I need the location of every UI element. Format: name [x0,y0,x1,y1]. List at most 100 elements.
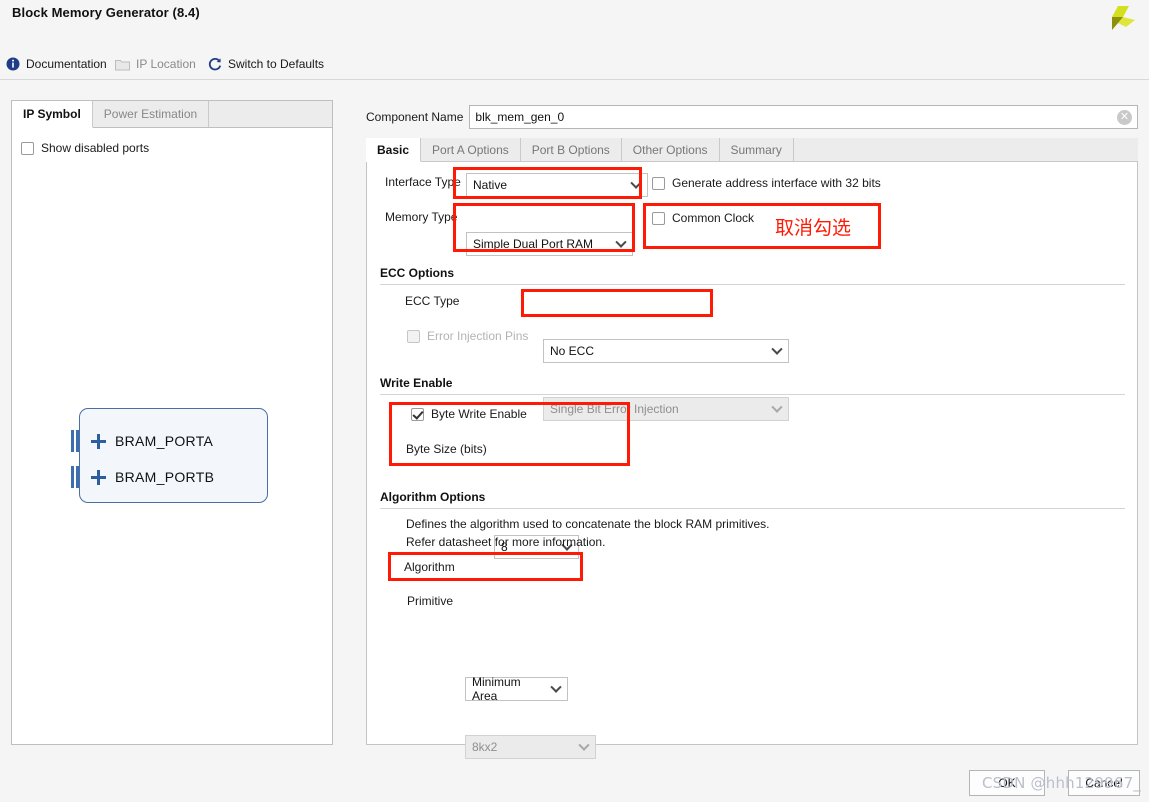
toolbar: Documentation IP Location Switch to Defa… [0,50,1149,80]
ecc-type-label: ECC Type [405,294,460,308]
plus-icon[interactable] [91,433,106,449]
clear-circle-icon[interactable]: ✕ [1117,110,1132,125]
basic-tab-content: Interface Type Native Generate address i… [366,162,1138,759]
tab-ip-symbol[interactable]: IP Symbol [12,101,93,128]
tab-port-a-options[interactable]: Port A Options [421,138,521,161]
symbol-port-a[interactable]: BRAM_PORTA [71,430,213,452]
watermark-text: CSDN @hhh129967_ [982,774,1142,792]
tab-basic[interactable]: Basic [366,138,422,162]
component-name-row: Component Name blk_mem_gen_0 ✕ [366,104,1138,130]
ip-symbol-panel: IP Symbol Power Estimation Show disabled… [11,100,333,745]
primitive-select[interactable]: 8kx2 [465,735,596,759]
common-clock-row[interactable]: Common Clock [652,211,754,225]
ecc-type-value: No ECC [550,344,595,358]
error-injection-pins-label: Error Injection Pins [427,329,529,343]
chevron-down-icon [578,739,590,751]
chevron-down-icon [771,343,783,355]
primitive-value: 8kx2 [472,740,498,754]
symbol-port-b[interactable]: BRAM_PORTB [71,466,214,488]
error-injection-pins-row[interactable]: Error Injection Pins [407,329,528,343]
algorithm-select[interactable]: Minimum Area [465,675,568,703]
common-clock-label: Common Clock [672,211,755,225]
memory-type-select[interactable]: Simple Dual Port RAM [466,232,633,256]
switch-to-defaults-button[interactable]: Switch to Defaults [208,50,324,78]
plus-icon[interactable] [91,469,106,485]
primitive-row: Primitive [407,594,453,608]
ecc-type-select[interactable]: No ECC [543,339,789,363]
bus-bars-icon [71,430,82,452]
ip-symbol-block [79,408,268,503]
config-tab-bar: Basic Port A Options Port B Options Othe… [366,138,1138,162]
xilinx-logo-icon [1099,3,1137,37]
documentation-button[interactable]: Documentation [6,50,107,78]
memory-type-value: Simple Dual Port RAM [473,237,594,251]
tab-power-estimation[interactable]: Power Estimation [92,101,210,127]
algorithm-value: Minimum Area [472,675,521,703]
configuration-panel: Component Name blk_mem_gen_0 ✕ Basic Por… [366,100,1138,759]
generate-address-checkbox[interactable] [652,176,665,190]
algorithm-help-line-2: Refer datasheet for more information. [406,535,606,549]
interface-type-select[interactable]: Native [466,173,648,197]
algorithm-options-divider [380,508,1125,509]
show-disabled-ports-checkbox[interactable] [21,141,34,155]
chevron-down-icon [615,236,627,248]
ip-location-label: IP Location [136,57,196,71]
generate-address-row[interactable]: Generate address interface with 32 bits [652,176,881,190]
port-a-label: BRAM_PORTA [115,433,214,449]
memory-type-label: Memory Type [385,210,458,224]
title-bar: Block Memory Generator (8.4) [0,0,1149,40]
byte-write-enable-checkbox[interactable] [411,407,424,421]
show-disabled-ports-row[interactable]: Show disabled ports [21,141,149,155]
toolbar-divider [0,79,1149,80]
annotation-uncheck-note: 取消勾选 [775,217,852,239]
byte-size-row: Byte Size (bits) [406,442,487,456]
algorithm-row: Algorithm [404,560,455,574]
interface-type-label: Interface Type [385,175,461,189]
ip-symbol-diagram: BRAM_PORTA BRAM_PORTB [12,408,332,528]
ecc-type-row: ECC Type [405,294,459,308]
ip-customize-dialog: Block Memory Generator (8.4) Documentati… [0,0,1149,802]
error-injection-type-value: Single Bit Error Injection [550,402,679,416]
write-enable-divider [380,394,1125,395]
ecc-options-divider [380,284,1125,285]
ecc-options-title: ECC Options [380,266,454,280]
tab-summary[interactable]: Summary [720,138,794,161]
tab-other-options[interactable]: Other Options [622,138,720,161]
show-disabled-ports-label: Show disabled ports [41,141,150,155]
component-name-input[interactable]: blk_mem_gen_0 ✕ [469,105,1138,129]
primitive-label: Primitive [407,594,454,608]
info-icon [6,57,20,71]
memory-type-row: Memory Type [385,210,457,224]
switch-to-defaults-label: Switch to Defaults [228,57,325,71]
algorithm-options-title: Algorithm Options [380,490,486,504]
component-name-value: blk_mem_gen_0 [475,110,565,124]
tab-port-b-options[interactable]: Port B Options [521,138,622,161]
port-b-label: BRAM_PORTB [115,469,215,485]
chevron-down-icon [550,681,562,693]
folder-icon [115,58,130,71]
byte-write-enable-label: Byte Write Enable [431,407,527,421]
component-name-label: Component Name [366,110,464,124]
chevron-down-icon [771,401,783,413]
interface-type-value: Native [473,178,508,192]
tab-bar-filler [794,138,1138,161]
error-injection-type-select[interactable]: Single Bit Error Injection [543,397,789,421]
ip-symbol-body: Show disabled ports BRAM_PORTA BRAM_PORT… [12,128,332,744]
tab-spacer [209,101,332,127]
algorithm-label: Algorithm [404,560,455,574]
left-panel-tab-bar: IP Symbol Power Estimation [12,101,332,128]
write-enable-title: Write Enable [380,376,453,390]
chevron-down-icon [630,177,642,189]
common-clock-checkbox[interactable] [652,211,665,225]
byte-size-label: Byte Size (bits) [406,442,487,456]
error-injection-pins-checkbox[interactable] [407,329,420,343]
page-title: Block Memory Generator (8.4) [12,5,200,20]
interface-type-row: Interface Type [385,175,461,189]
bus-bars-icon [71,466,82,488]
algorithm-help-line-1: Defines the algorithm used to concatenat… [406,517,770,531]
ip-location-button[interactable]: IP Location [115,50,196,78]
byte-write-enable-row[interactable]: Byte Write Enable [411,407,527,421]
documentation-label: Documentation [26,57,107,71]
refresh-icon [208,57,222,71]
generate-address-label: Generate address interface with 32 bits [672,176,881,190]
